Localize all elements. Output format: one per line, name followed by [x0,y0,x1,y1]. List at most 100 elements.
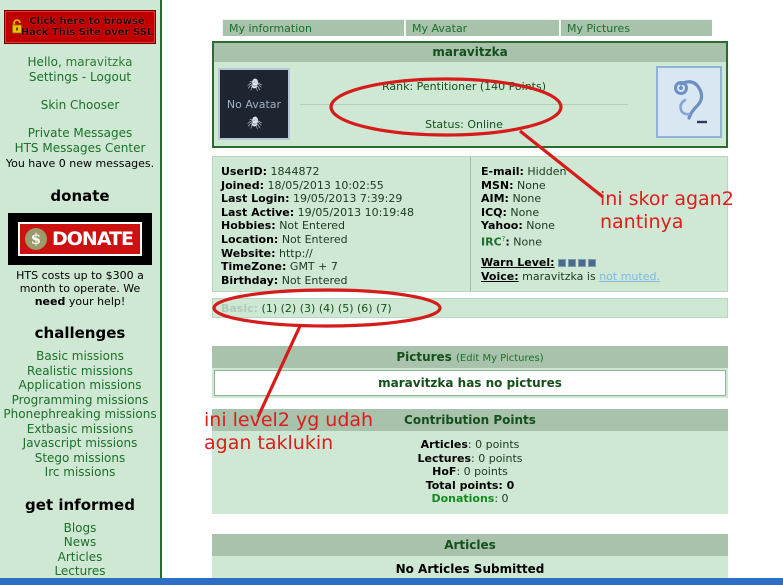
info-row-irc: IRC?: None [481,233,727,249]
annotation-note-levels: ini level2 yg udah agan taklukin [204,409,373,455]
contribution-value-lectures: : 0 points [471,451,523,465]
voice-status-link[interactable]: not muted. [599,270,660,283]
info-value-website: http:// [279,246,313,260]
voice-row: Voice: maravitzka is not muted. [481,270,727,284]
sidebar-item-extbasic-missions[interactable]: Extbasic missions [0,422,160,437]
info-row-website: Website: http:// [221,247,470,261]
info-value-aim: None [512,192,542,206]
edit-my-pictures-link[interactable]: (Edit My Pictures) [456,353,544,364]
info-row-location: Location: Not Entered [221,233,470,247]
contribution-points-title: Contribution Points [404,413,536,427]
info-value-hobbies: Not Entered [279,219,346,233]
donate-heading: donate [50,187,110,205]
basic-mission-link-7[interactable]: (7) [376,302,392,315]
sidebar-item-news[interactable]: News [0,535,160,550]
basic-mission-link-1[interactable]: (1) [262,302,278,315]
browser-page: Click here to browse Hack This Site over… [0,0,783,585]
info-value-joined: 18/05/2013 10:02:55 [267,178,384,192]
sidebar-item-phonephreaking-missions[interactable]: Phonephreaking missions [0,407,160,422]
info-value-msn: None [516,178,546,192]
info-value-email: Hidden [527,165,567,178]
skin-chooser-link[interactable]: Skin Chooser [41,98,120,112]
rank-line: Rank: Pentitioner (140 Points) [381,80,546,93]
basic-mission-link-4[interactable]: (4) [319,302,335,315]
annotation-note-levels-line2: agan taklukin [204,432,334,454]
dollar-coin-icon: $ [25,228,47,250]
info-value-timezone: GMT + 7 [289,260,338,274]
annotation-note-score-line2: nantinya [600,211,684,233]
logout-link[interactable]: Logout [90,70,131,84]
pictures-panel: Pictures (Edit My Pictures) maravitzka h… [212,346,728,398]
sidebar-item-articles[interactable]: Articles [0,550,160,565]
sidebar-item-programming-missions[interactable]: Programming missions [0,393,160,408]
warn-square [578,259,587,268]
profile-side-image[interactable] [656,66,722,138]
tab-my-pictures-label: My Pictures [567,22,631,35]
donate-button[interactable]: $ DONATE [18,222,142,256]
bat-wings-icon-top: 🕷 [246,78,262,92]
basic-mission-link-6[interactable]: (6) [357,302,373,315]
info-value-userid: 1844872 [270,165,320,178]
contribution-row-hof: HoF: 0 points [212,465,728,479]
ssl-banner[interactable]: Click here to browse Hack This Site over… [4,10,156,44]
info-label-hobbies: Hobbies: [221,219,276,233]
page-right-margin [736,0,783,578]
info-value-last-active: 19/05/2013 10:19:48 [297,205,414,219]
basic-mission-link-5[interactable]: (5) [338,302,354,315]
new-messages-note: You have 0 new messages. [5,157,155,170]
info-row-last-login: Last Login: 19/05/2013 7:39:29 [221,192,470,206]
articles-empty-message: No Articles Submitted [212,556,728,578]
basic-mission-link-3[interactable]: (3) [300,302,316,315]
tab-my-avatar[interactable]: My Avatar [405,19,559,36]
donate-note-part2: your help! [65,295,126,308]
articles-title: Articles [444,538,496,552]
greeting-username: maravitzka [65,55,133,69]
sidebar-item-realistic-missions[interactable]: Realistic missions [0,364,160,379]
get-informed-heading: get informed [25,495,135,514]
hts-messages-center-link[interactable]: HTS Messages Center [15,141,146,155]
donate-banner[interactable]: $ DONATE [8,213,152,265]
sidebar-item-lectures[interactable]: Lectures [0,564,160,578]
private-messages-link[interactable]: Private Messages [28,126,133,140]
user-info-left-column: UserID: 1844872 Joined: 18/05/2013 10:02… [213,157,471,291]
tab-my-avatar-label: My Avatar [412,22,468,35]
basic-missions-progress-bar: Basic: (1) (2) (3) (4) (5) (6) (7) [212,298,728,318]
voice-text: maravitzka is [522,269,600,283]
info-row-last-active: Last Active: 19/05/2013 10:19:48 [221,206,470,220]
settings-link[interactable]: Settings [29,70,78,84]
sidebar-item-stego-missions[interactable]: Stego missions [0,451,160,466]
annotation-note-levels-line1: ini level2 yg udah [204,409,374,431]
contribution-label-donations: Donations [431,492,495,506]
sidebar-item-blogs[interactable]: Blogs [0,521,160,536]
annotation-note-score-line1: ini skor agan2 [600,188,734,210]
voice-label: Voice: [481,269,519,283]
main-content: My information My Avatar My Pictures mar… [164,0,736,578]
warn-square [558,259,567,268]
warn-square [588,259,597,268]
sidebar-item-basic-missions[interactable]: Basic missions [0,349,160,364]
sidebar-item-application-missions[interactable]: Application missions [0,378,160,393]
tab-my-pictures[interactable]: My Pictures [560,19,712,36]
info-label-yahoo: Yahoo: [481,219,523,233]
info-label-location: Location: [221,232,279,246]
window-bottom-bar [0,578,783,585]
sidebar-item-irc-missions[interactable]: Irc missions [0,465,160,480]
profile-header-panel: maravitzka 🕷 No Avatar 🕷 Rank: Pentition… [212,41,728,148]
info-label-website: Website: [221,246,276,260]
articles-panel: Articles No Articles Submitted [212,534,728,578]
avatar[interactable]: 🕷 No Avatar 🕷 [218,68,290,140]
info-row-joined: Joined: 18/05/2013 10:02:55 [221,179,470,193]
sidebar-item-javascript-missions[interactable]: Javascript missions [0,436,160,451]
pictures-title: Pictures [396,350,452,364]
contribution-label-total: Total points: 0 [425,478,515,492]
info-row-userid: UserID: 1844872 [221,165,470,179]
sidebar: Click here to browse Hack This Site over… [0,0,162,578]
settings-logout-separator: - [78,70,91,84]
tab-my-information[interactable]: My information [222,19,404,36]
info-value-location: Not Entered [281,232,348,246]
info-row-timezone: TimeZone: GMT + 7 [221,260,470,274]
skin-chooser-block: Skin Chooser [0,98,160,113]
basic-mission-link-2[interactable]: (2) [281,302,297,315]
info-label-irc: IRC [481,235,502,249]
